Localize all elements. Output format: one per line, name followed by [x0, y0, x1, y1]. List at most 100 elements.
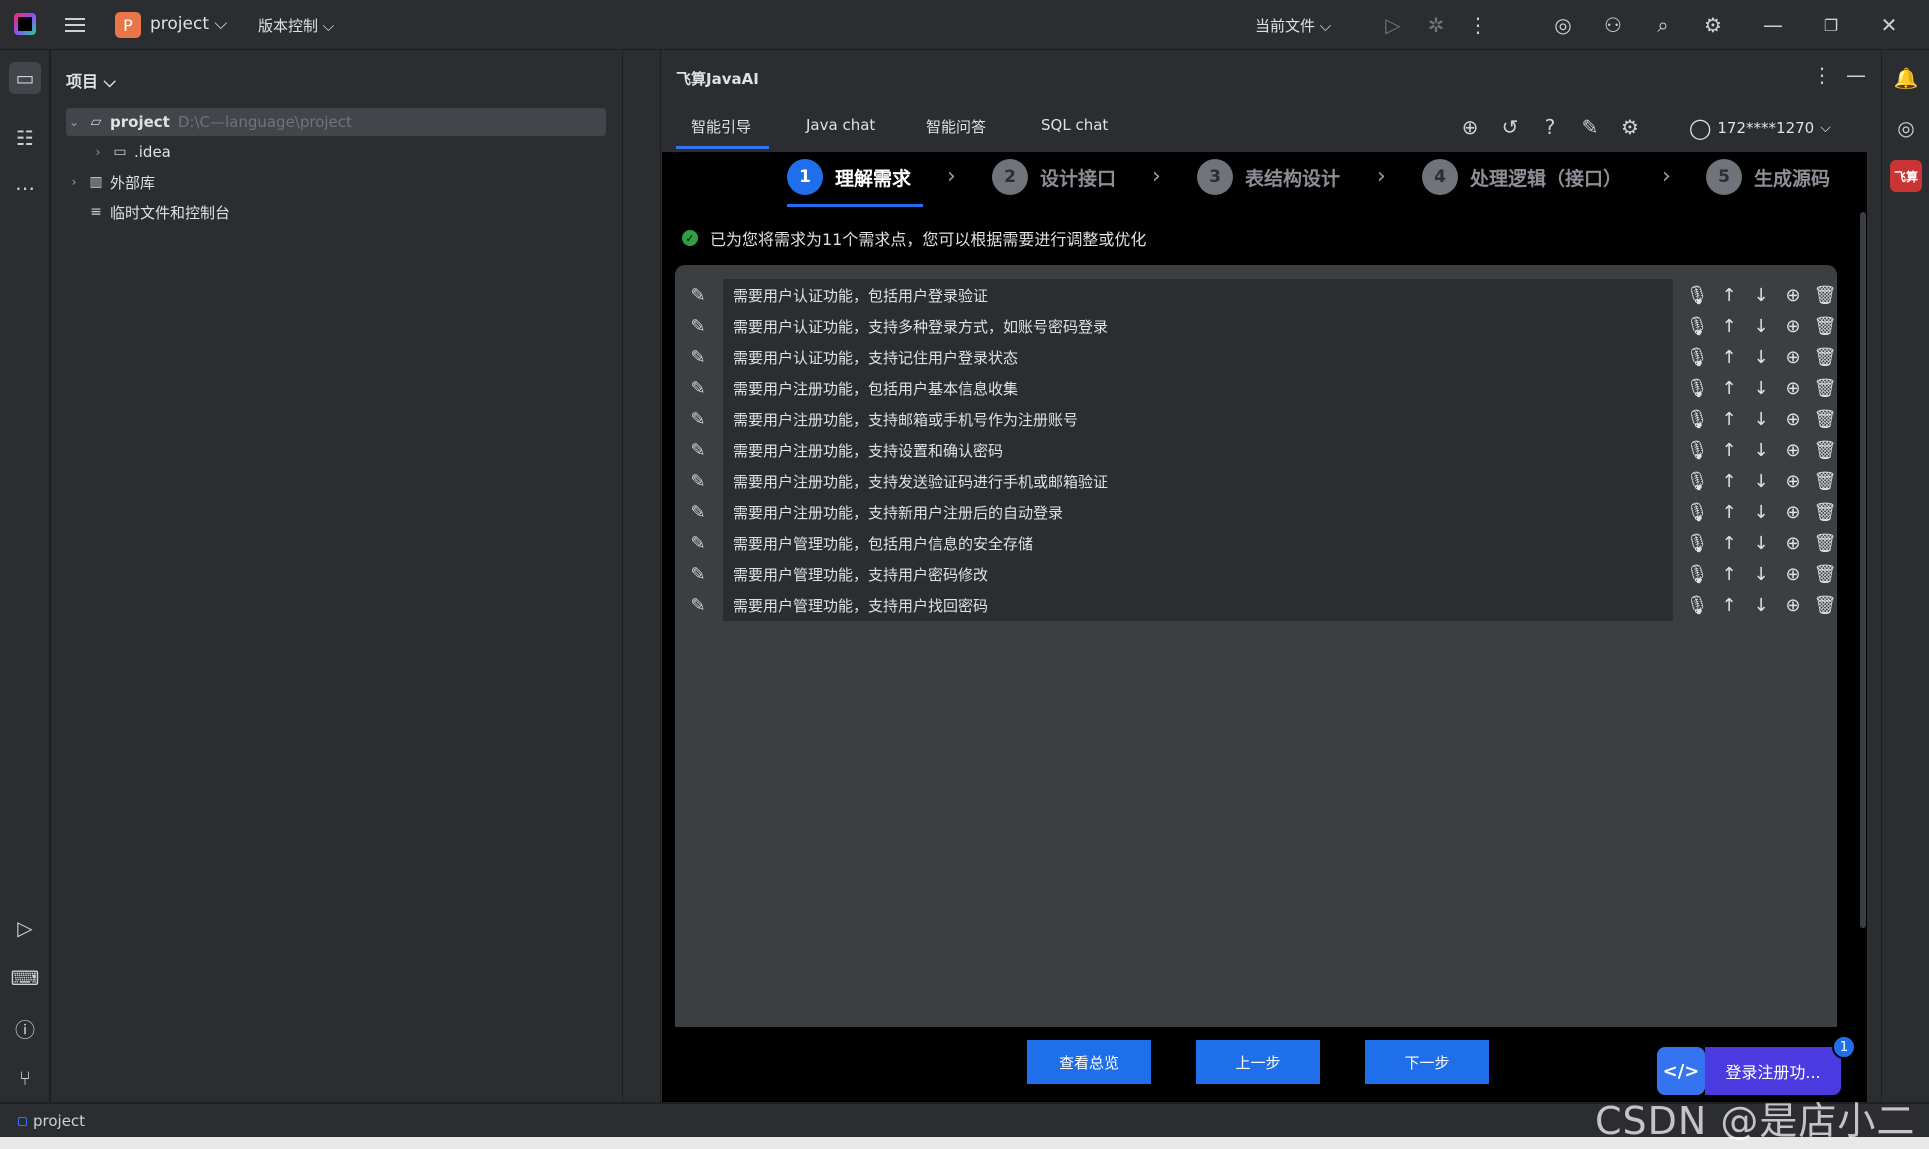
next-step-button[interactable]: 下一步 [1365, 1040, 1489, 1084]
move-down-icon[interactable]: ↓ [1749, 285, 1773, 306]
restore-icon[interactable]: ❐ [1818, 12, 1844, 38]
panel-options-icon[interactable]: ⋮ [1809, 62, 1835, 88]
move-up-icon[interactable]: ↑ [1717, 564, 1741, 585]
delete-icon[interactable]: 🗑 [1813, 471, 1837, 492]
move-up-icon[interactable]: ↑ [1717, 316, 1741, 337]
prev-step-button[interactable]: 上一步 [1196, 1040, 1320, 1084]
tab-smart-guide[interactable]: 智能引导 [691, 116, 751, 137]
edit-icon[interactable]: ✎ [685, 564, 711, 585]
code-icon[interactable]: </> [1657, 1047, 1705, 1095]
mic-icon[interactable]: 🎙 [1685, 533, 1709, 554]
mic-icon[interactable]: 🎙 [1685, 347, 1709, 368]
step-5[interactable]: 5 生成源码 [1706, 159, 1830, 195]
settings-icon[interactable]: ⚙ [1617, 114, 1643, 140]
delete-icon[interactable]: 🗑 [1813, 409, 1837, 430]
scrollbar[interactable] [1860, 212, 1866, 928]
chevron-down-icon[interactable]: ⌄ [66, 115, 82, 129]
minimize-icon[interactable]: — [1760, 12, 1786, 38]
project-folder-icon[interactable]: ▭ [9, 62, 41, 94]
tree-item-scratches[interactable]: ≡ 临时文件和控制台 [82, 198, 230, 226]
add-icon[interactable]: ⊕ [1781, 533, 1805, 554]
mic-icon[interactable]: 🎙 [1685, 285, 1709, 306]
requirement-text[interactable]: 需要用户管理功能，支持用户找回密码 [723, 589, 1673, 621]
delete-icon[interactable]: 🗑 [1813, 347, 1837, 368]
move-down-icon[interactable]: ↓ [1749, 502, 1773, 523]
delete-icon[interactable]: 🗑 [1813, 316, 1837, 337]
notifications-icon[interactable]: 🔔 [1890, 62, 1922, 94]
tab-java-chat[interactable]: Java chat [806, 116, 875, 134]
task-widget-label[interactable]: 登录注册功... [1705, 1047, 1841, 1095]
move-down-icon[interactable]: ↓ [1749, 533, 1773, 554]
move-up-icon[interactable]: ↑ [1717, 471, 1741, 492]
step-4[interactable]: 4 处理逻辑（接口） [1422, 159, 1622, 195]
project-badge[interactable]: P [115, 12, 141, 38]
requirement-text[interactable]: 需要用户注册功能，支持发送验证码进行手机或邮箱验证 [723, 465, 1673, 497]
edit-icon[interactable]: ✎ [685, 347, 711, 368]
close-icon[interactable]: ✕ [1876, 12, 1902, 38]
move-down-icon[interactable]: ↓ [1749, 564, 1773, 585]
edit-icon[interactable]: ✎ [685, 285, 711, 306]
project-panel-title[interactable]: 项目 ⌵ [66, 68, 116, 92]
move-up-icon[interactable]: ↑ [1717, 285, 1741, 306]
run-tool-icon[interactable]: ▷ [9, 912, 41, 944]
edit-icon[interactable]: ✎ [685, 378, 711, 399]
feisuan-plugin-icon[interactable]: 飞算 [1890, 160, 1922, 192]
add-icon[interactable]: ⊕ [1781, 347, 1805, 368]
mic-icon[interactable]: 🎙 [1685, 595, 1709, 616]
tab-smart-qa[interactable]: 智能问答 [926, 116, 986, 137]
overview-button[interactable]: 查看总览 [1027, 1040, 1151, 1084]
move-down-icon[interactable]: ↓ [1749, 347, 1773, 368]
panel-hide-icon[interactable]: — [1843, 62, 1869, 88]
delete-icon[interactable]: 🗑 [1813, 440, 1837, 461]
delete-icon[interactable]: 🗑 [1813, 595, 1837, 616]
history-icon[interactable]: ↺ [1497, 114, 1523, 140]
delete-icon[interactable]: 🗑 [1813, 564, 1837, 585]
add-icon[interactable]: ⊕ [1781, 378, 1805, 399]
mic-icon[interactable]: 🎙 [1685, 440, 1709, 461]
edit-icon[interactable]: ✎ [685, 471, 711, 492]
delete-icon[interactable]: 🗑 [1813, 378, 1837, 399]
tab-sql-chat[interactable]: SQL chat [1041, 116, 1108, 134]
run-config-selector[interactable]: 当前文件 ⌵ [1255, 15, 1331, 36]
new-chat-icon[interactable]: ⊕ [1457, 114, 1483, 140]
requirement-text[interactable]: 需要用户注册功能，支持新用户注册后的自动登录 [723, 496, 1673, 528]
settings-icon[interactable]: ⚙ [1700, 12, 1726, 38]
mic-icon[interactable]: 🎙 [1685, 471, 1709, 492]
more-tools-icon[interactable]: ⋯ [9, 172, 41, 204]
move-down-icon[interactable]: ↓ [1749, 595, 1773, 616]
chevron-right-icon[interactable]: › [66, 175, 82, 189]
delete-icon[interactable]: 🗑 [1813, 285, 1837, 306]
edit-icon[interactable]: ✎ [685, 409, 711, 430]
mic-icon[interactable]: 🎙 [1685, 378, 1709, 399]
step-1[interactable]: 1 理解需求 [787, 159, 911, 195]
more-actions-icon[interactable]: ⋮ [1465, 12, 1491, 38]
move-up-icon[interactable]: ↑ [1717, 378, 1741, 399]
delete-icon[interactable]: 🗑 [1813, 533, 1837, 554]
user-account[interactable]: ◯ 172****1270 ⌵ [1689, 116, 1831, 140]
add-icon[interactable]: ⊕ [1781, 316, 1805, 337]
mic-icon[interactable]: 🎙 [1685, 564, 1709, 585]
tree-item-idea[interactable]: › ▭ .idea [90, 138, 171, 166]
move-down-icon[interactable]: ↓ [1749, 316, 1773, 337]
requirement-text[interactable]: 需要用户认证功能，支持多种登录方式，如账号密码登录 [723, 310, 1673, 342]
requirement-text[interactable]: 需要用户认证功能，包括用户登录验证 [723, 279, 1673, 311]
add-icon[interactable]: ⊕ [1781, 502, 1805, 523]
add-icon[interactable]: ⊕ [1781, 409, 1805, 430]
move-up-icon[interactable]: ↑ [1717, 440, 1741, 461]
edit-icon[interactable]: ✎ [685, 595, 711, 616]
move-down-icon[interactable]: ↓ [1749, 440, 1773, 461]
requirement-text[interactable]: 需要用户管理功能，支持用户密码修改 [723, 558, 1673, 590]
chevron-right-icon[interactable]: › [90, 145, 106, 159]
move-down-icon[interactable]: ↓ [1749, 471, 1773, 492]
add-icon[interactable]: ⊕ [1781, 440, 1805, 461]
step-2[interactable]: 2 设计接口 [992, 159, 1116, 195]
ai-assistant-icon[interactable]: ◎ [1550, 12, 1576, 38]
add-icon[interactable]: ⊕ [1781, 564, 1805, 585]
edit-icon[interactable]: ✎ [685, 502, 711, 523]
requirement-text[interactable]: 需要用户注册功能，包括用户基本信息收集 [723, 372, 1673, 404]
add-user-icon[interactable]: ⚇ [1600, 12, 1626, 38]
step-3[interactable]: 3 表结构设计 [1197, 159, 1340, 195]
requirement-text[interactable]: 需要用户注册功能，支持邮箱或手机号作为注册账号 [723, 403, 1673, 435]
terminal-icon[interactable]: ⌨ [9, 962, 41, 994]
edit-icon[interactable]: ✎ [1577, 114, 1603, 140]
